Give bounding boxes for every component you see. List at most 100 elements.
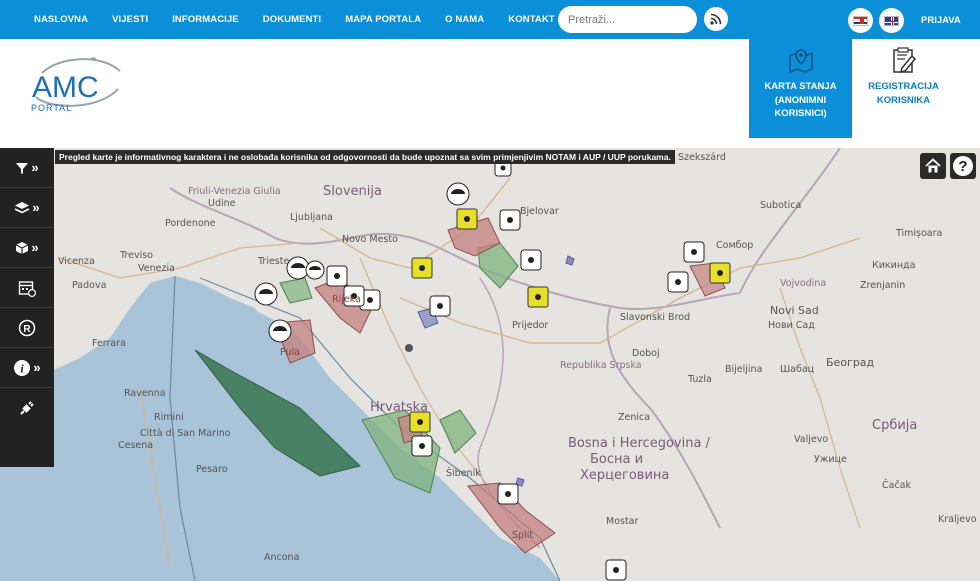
site-header: AMC PORTAL KARTA STANJA (ANONIMNI KORISN… [0,39,980,148]
map-home-button[interactable] [920,153,946,179]
label-ljubljana: Ljubljana [290,212,333,223]
amc-portal-logo[interactable]: AMC PORTAL [28,49,128,115]
cube-icon [16,241,29,254]
label-sibenik: Šibenik [446,468,481,479]
label-rijeka: Rijeka [332,294,361,305]
label-split: Split [512,530,534,541]
label-zenica: Zenica [618,412,651,423]
top-navigation-bar: NASLOVNA VIJESTI INFORMACIJE DOKUMENTI M… [0,0,980,39]
layers-tool-button[interactable]: » [0,188,54,228]
filter-icon [16,162,29,174]
label-padova: Padova [72,280,107,291]
label-sabac: Шабац [780,364,815,375]
registration-tile[interactable]: REGISTRACIJA KORISNIKA [852,39,955,138]
nav-contact[interactable]: KONTAKT [508,14,554,25]
layers-icon [15,201,30,213]
label-cacak: Čačak [882,480,912,491]
label-vicenza: Vicenza [58,256,95,267]
nav-sitemap[interactable]: MAPA PORTALA [345,14,421,25]
main-menu: NASLOVNA VIJESTI INFORMACIJE DOKUMENTI M… [34,0,579,39]
nav-documents[interactable]: DOKUMENTI [263,14,321,25]
info-icon: i [14,359,31,376]
filter-tool-button[interactable]: » [0,148,54,188]
home-icon [925,158,941,173]
croatian-flag-icon [853,15,868,26]
label-timisoara: Timișoara [896,228,943,239]
label-beograd-cyr: Београд [826,356,875,369]
map-toolbar: » » » R i» [0,148,54,467]
label-subotica: Subotica [760,200,802,211]
label-san-marino: Città di San Marino [140,428,231,439]
login-link[interactable]: PRIJAVA [921,15,961,26]
label-mostar: Mostar [606,516,639,527]
label-novi-sad: Novi Sad [770,304,819,317]
label-treviso: Treviso [120,250,153,261]
calendar-tool-button[interactable] [0,268,54,308]
label-ferrara: Ferrara [92,338,126,349]
label-venezia: Venezia [138,263,175,274]
label-bih-cyr2: Херцеговина [580,468,670,483]
plug-icon [20,401,34,415]
rss-button[interactable] [704,7,728,31]
label-srbija: Србија [872,418,918,433]
nav-home[interactable]: NASLOVNA [34,14,88,25]
label-bih-cyr1: Босна и [590,452,644,467]
label-hrvatska: Hrvatska [370,400,428,415]
nav-about[interactable]: O NAMA [445,14,484,25]
label-trieste: Trieste [258,256,290,267]
label-bijeljina: Bijeljina [725,364,763,375]
label-pordenone: Pordenone [165,218,216,229]
label-kikinda: Кикинда [872,260,916,271]
registered-icon: R [18,319,36,336]
label-rimini: Rimini [154,412,184,423]
search-input[interactable] [558,6,697,33]
rss-icon [710,13,722,25]
language-hr-button[interactable] [848,8,873,33]
label-republika-srpska: Republika Srpska [560,360,642,371]
map-status-tile[interactable]: KARTA STANJA (ANONIMNI KORISNICI) [749,39,852,138]
label-pula: Pula [280,347,301,358]
label-ancona: Ancona [264,552,300,563]
label-prijedor: Prijedor [512,320,549,331]
airspace-map[interactable]: Slovenija Hrvatska Bosna i Hercegovina /… [0,148,980,581]
info-tool-button[interactable]: i» [0,348,54,388]
label-pesaro: Pesaro [196,464,228,475]
map-help-button[interactable]: ? [950,153,976,179]
label-doboj: Doboj [632,348,660,359]
label-slavonski-brod: Slavonski Brod [620,312,691,323]
svg-text:PORTAL: PORTAL [31,103,72,113]
cube-tool-button[interactable]: » [0,228,54,268]
label-vojvodina: Vojvodina [780,278,827,289]
registration-label: REGISTRACIJA KORISNIKA [868,81,939,106]
map-status-label: KARTA STANJA (ANONIMNI KORISNICI) [764,81,837,119]
label-uzice: Ужице [814,454,847,465]
label-bjelovar: Bjelovar [520,206,559,217]
label-sombor: Сомбор [716,240,754,251]
plug-tool-button[interactable] [0,388,54,428]
label-kraljevo: Kraljevo [938,514,977,525]
label-novo-mesto: Novo Mesto [342,234,398,245]
nav-news[interactable]: VIJESTI [112,14,148,25]
registered-tool-button[interactable]: R [0,308,54,348]
map-pin-icon [788,49,813,74]
label-szekszard: Szekszárd [678,152,726,163]
svg-text:R: R [23,323,31,334]
label-friuli: Friuli-Venezia Giulia [188,186,281,197]
calendar-icon [18,280,36,297]
label-tuzla: Tuzla [688,374,712,385]
uk-flag-icon [884,15,899,26]
help-icon: ? [953,156,973,176]
language-en-button[interactable] [879,8,904,33]
label-cesena: Cesena [118,440,154,451]
map-disclaimer: Pregled karte je informativnog karaktera… [55,150,675,164]
nav-information[interactable]: INFORMACIJE [172,14,239,25]
label-ravenna: Ravenna [124,388,166,399]
label-udine: Udine [208,198,236,209]
label-valjevo: Valjevo [794,434,829,445]
label-slovenija: Slovenija [323,184,382,199]
label-bih-latin: Bosna i Hercegovina / [568,436,710,451]
label-novi-sad-cyr: Нови Сад [768,320,815,331]
registration-icon [892,47,916,74]
label-zrenjanin: Zrenjanin [860,280,906,291]
svg-text:AMC: AMC [32,71,99,104]
